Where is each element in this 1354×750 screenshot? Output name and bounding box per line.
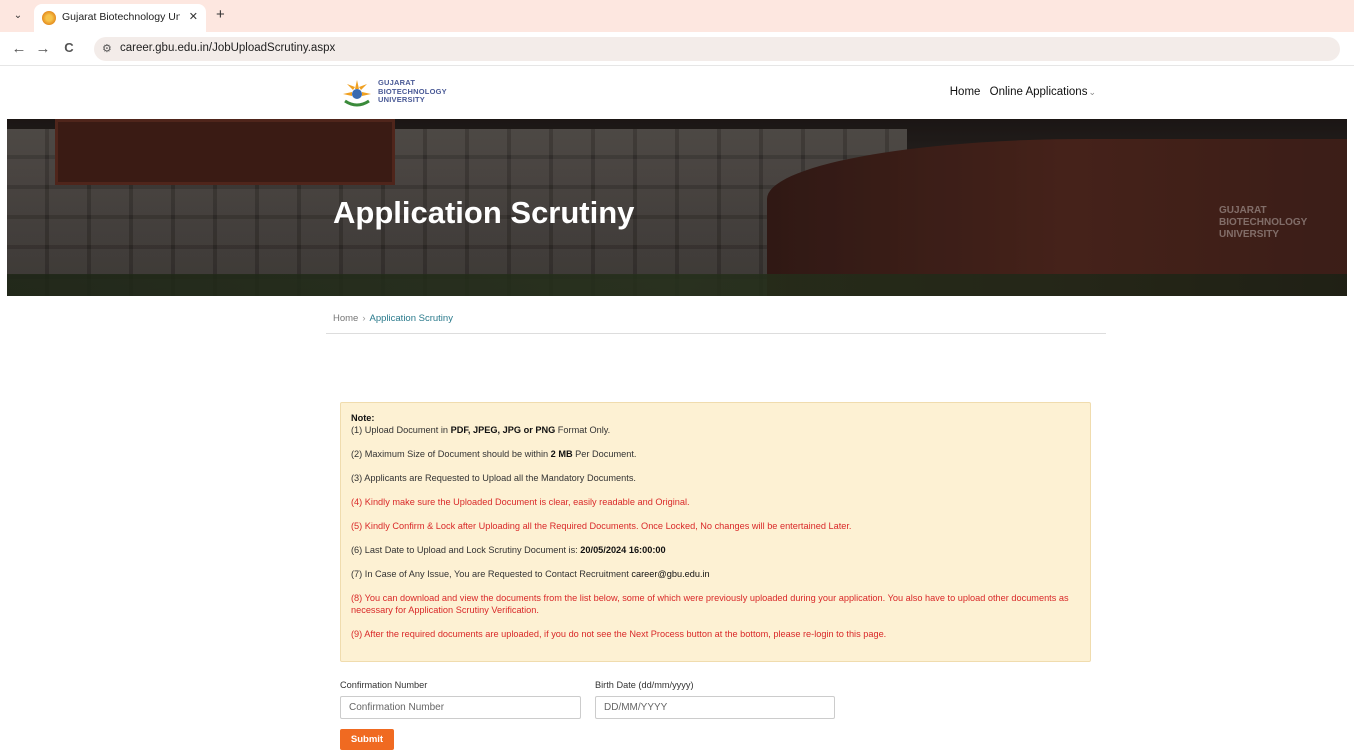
hero-banner: GUJARAT BIOTECHNOLOGY UNIVERSITY Applica… — [7, 119, 1347, 296]
main-nav: Home Online Applications⌄ — [944, 86, 1096, 98]
note-9: (9) After the required documents are upl… — [351, 629, 887, 639]
watermark-line-2: BIOTECHNOLOGY — [1219, 217, 1308, 228]
note-2: (2) Maximum Size of Document should be w… — [351, 449, 1081, 461]
note-6: (6) Last Date to Upload and Lock Scrutin… — [351, 545, 1081, 557]
notes-title: Note: — [351, 413, 375, 423]
note-6-text: (6) Last Date to Upload and Lock Scrutin… — [351, 545, 581, 555]
birth-date-input[interactable] — [595, 696, 835, 719]
watermark-line-3: UNIVERSITY — [1219, 229, 1280, 240]
note-8: (8) You can download and view the docume… — [351, 593, 1069, 615]
url-text[interactable]: career.gbu.edu.in/JobUploadScrutiny.aspx — [120, 42, 335, 54]
hero-overlay — [7, 119, 1347, 296]
site-header: GUJARAT BIOTECHNOLOGY UNIVERSITY Home On… — [0, 67, 1354, 119]
address-bar[interactable]: ⚙ career.gbu.edu.in/JobUploadScrutiny.as… — [94, 37, 1340, 61]
close-tab-icon[interactable]: ✕ — [189, 10, 198, 23]
tab-title: Gujarat Biotechnology Universi — [62, 11, 180, 23]
back-icon[interactable]: ← — [10, 40, 28, 57]
breadcrumb-home[interactable]: Home — [333, 313, 358, 324]
note-2-size: 2 MB — [550, 449, 573, 459]
nav-online-applications[interactable]: Online Applications — [990, 86, 1088, 98]
hero-watermark: GUJARAT BIOTECHNOLOGY UNIVERSITY — [1219, 205, 1307, 241]
university-logo-icon[interactable] — [340, 77, 374, 111]
note-6-date: 20/05/2024 16:00:00 — [580, 545, 666, 555]
logo-line-3: UNIVERSITY — [378, 95, 426, 104]
divider — [326, 333, 1106, 334]
browser-tab[interactable]: Gujarat Biotechnology Universi ✕ — [34, 4, 206, 32]
note-1-suffix: Format Only. — [555, 425, 611, 435]
note-2-text: (2) Maximum Size of Document should be w… — [351, 449, 551, 459]
breadcrumb: Home › Application Scrutiny — [333, 313, 453, 324]
page-title: Application Scrutiny — [333, 195, 635, 230]
note-1-text: (1) Upload Document in — [351, 425, 451, 435]
watermark-line-1: GUJARAT — [1219, 205, 1267, 216]
birth-date-label: Birth Date (dd/mm/yyyy) — [595, 680, 694, 690]
note-4: (4) Kindly make sure the Uploaded Docume… — [351, 497, 690, 507]
confirmation-number-input[interactable] — [340, 696, 581, 719]
note-7: (7) In Case of Any Issue, You are Reques… — [351, 569, 1081, 581]
browser-toolbar: ← → C ⚙ career.gbu.edu.in/JobUploadScrut… — [0, 32, 1354, 66]
reload-icon[interactable]: C — [60, 40, 78, 55]
forward-icon[interactable]: → — [34, 40, 52, 57]
tab-search-menu-icon[interactable]: ⌄ — [10, 8, 26, 24]
breadcrumb-current: Application Scrutiny — [369, 313, 453, 324]
note-3: (3) Applicants are Requested to Upload a… — [351, 473, 636, 483]
note-1-formats: PDF, JPEG, JPG or PNG — [450, 425, 556, 435]
contact-email-link[interactable]: career@gbu.edu.in — [631, 569, 709, 579]
note-1: (1) Upload Document in PDF, JPEG, JPG or… — [351, 425, 1081, 437]
note-5: (5) Kindly Confirm & Lock after Uploadin… — [351, 521, 852, 531]
note-7-text: (7) In Case of Any Issue, You are Reques… — [351, 569, 632, 579]
breadcrumb-separator: › — [362, 313, 366, 324]
chevron-down-icon[interactable]: ⌄ — [1088, 87, 1096, 97]
new-tab-button[interactable]: + — [216, 6, 225, 23]
browser-tab-strip: ⌄ Gujarat Biotechnology Universi ✕ + — [0, 0, 1354, 32]
logo-text[interactable]: GUJARAT BIOTECHNOLOGY UNIVERSITY — [378, 78, 447, 105]
favicon-icon — [42, 11, 56, 25]
note-2-suffix: Per Document. — [572, 449, 637, 459]
site-info-icon[interactable]: ⚙ — [102, 42, 112, 55]
confirmation-number-label: Confirmation Number — [340, 680, 428, 690]
submit-button[interactable]: Submit — [340, 729, 394, 750]
notes-box: Note: (1) Upload Document in PDF, JPEG, … — [340, 402, 1091, 662]
nav-home[interactable]: Home — [950, 86, 981, 98]
